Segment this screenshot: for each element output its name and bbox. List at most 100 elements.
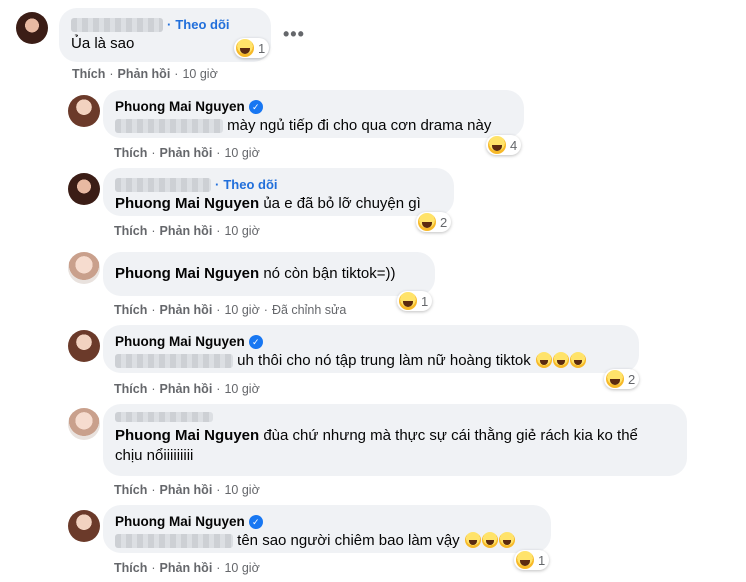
edited-label[interactable]: Đã chỉnh sửa <box>272 303 346 317</box>
separator-dot: · <box>151 224 156 238</box>
comment-bubble: Phuong Mai Nguyen ✓ tên sao người chiêm … <box>103 505 551 553</box>
comment-text: tên sao người chiêm bao làm vậy <box>237 532 460 549</box>
timestamp[interactable]: 10 giờ <box>224 382 259 396</box>
follow-button[interactable]: Theo dõi <box>223 176 277 194</box>
reply-button[interactable]: Phản hồi <box>160 483 213 497</box>
haha-icon <box>488 136 506 154</box>
reply-button[interactable]: Phản hồi <box>160 561 213 575</box>
comment-text-line: mày ngủ tiếp đi cho qua cơn drama này <box>115 116 512 136</box>
avatar[interactable] <box>68 330 100 362</box>
comment-actions: Thích · Phản hồi · 10 giờ <box>114 483 260 497</box>
like-button[interactable]: Thích <box>114 224 147 238</box>
reaction-count: 1 <box>538 552 546 568</box>
separator-dot: · <box>216 224 221 238</box>
comment-text-line: Phuong Mai Nguyen nó còn bận tiktok=)) <box>115 264 423 284</box>
redacted-name <box>71 18 163 32</box>
mention-link[interactable]: Phuong Mai Nguyen <box>115 195 259 212</box>
rofl-emoji-icon <box>569 352 586 368</box>
separator-dot: · <box>151 561 156 575</box>
reaction-count: 2 <box>440 214 448 230</box>
haha-icon <box>236 39 254 57</box>
comment-actions: Thích · Phản hồi · 10 giờ <box>114 224 260 238</box>
reaction-badge[interactable]: 1 <box>234 38 270 58</box>
separator-dot: · <box>167 17 172 32</box>
reply-button[interactable]: Phản hồi <box>160 303 213 317</box>
rofl-emoji-icon <box>481 532 498 548</box>
timestamp[interactable]: 10 giờ <box>224 303 259 317</box>
comment-text-line: Phuong Mai Nguyen ủa e đã bỏ lỡ chuyện g… <box>115 194 442 214</box>
comment-actions: Thích · Phản hồi · 10 giờ <box>114 146 260 160</box>
comment-text: Ủa là sao <box>71 35 135 52</box>
avatar[interactable] <box>68 252 100 284</box>
comment-text: nó còn bận tiktok=)) <box>263 265 396 282</box>
reaction-badge[interactable]: 4 <box>486 135 522 155</box>
like-button[interactable]: Thích <box>114 146 147 160</box>
author-name[interactable]: Phuong Mai Nguyen <box>115 333 245 351</box>
comment-text-line: tên sao người chiêm bao làm vậy <box>115 531 539 551</box>
rofl-emoji-icon <box>464 532 481 548</box>
avatar[interactable] <box>68 173 100 205</box>
reaction-badge[interactable]: 1 <box>397 291 433 311</box>
reply-button[interactable]: Phản hồi <box>160 382 213 396</box>
haha-icon <box>606 370 624 388</box>
comment-header: Phuong Mai Nguyen ✓ <box>115 513 539 531</box>
verified-icon: ✓ <box>248 515 263 529</box>
avatar[interactable] <box>68 510 100 542</box>
comment-actions: Thích · Phản hồi · 10 giờ <box>114 561 260 575</box>
comment-header: Phuong Mai Nguyen ✓ <box>115 98 512 116</box>
separator-dot: · <box>174 67 179 81</box>
reaction-badge[interactable]: 1 <box>514 550 550 570</box>
reply-button[interactable]: Phản hồi <box>118 67 171 81</box>
separator-dot: · <box>216 146 221 160</box>
comment-actions: Thích · Phản hồi · 10 giờ <box>72 67 218 81</box>
reaction-badge[interactable]: 2 <box>416 212 452 232</box>
comment-actions: Thích · Phản hồi · 10 giờ <box>114 382 260 396</box>
comment-text-line: Phuong Mai Nguyen đùa chứ nhưng mà thực … <box>115 426 675 446</box>
comment-text: mày ngủ tiếp đi cho qua cơn drama này <box>227 117 492 134</box>
comment-bubble: Phuong Mai Nguyen ✓ uh thôi cho nó tập t… <box>103 325 639 373</box>
avatar[interactable] <box>68 95 100 127</box>
reaction-count: 1 <box>421 293 429 309</box>
author-name[interactable]: Phuong Mai Nguyen <box>115 513 245 531</box>
reply-button[interactable]: Phản hồi <box>160 224 213 238</box>
like-button[interactable]: Thích <box>114 483 147 497</box>
comment-header: Phuong Mai Nguyen ✓ <box>115 333 627 351</box>
like-button[interactable]: Thích <box>114 561 147 575</box>
timestamp[interactable]: 10 giờ <box>224 561 259 575</box>
verified-icon: ✓ <box>248 100 263 114</box>
timestamp[interactable]: 10 giờ <box>224 224 259 238</box>
reaction-count: 4 <box>510 137 518 153</box>
comment-text: ủa e đã bỏ lỡ chuyện gì <box>263 195 421 212</box>
separator-dot: · <box>151 303 156 317</box>
like-button[interactable]: Thích <box>114 382 147 396</box>
author-name[interactable]: Phuong Mai Nguyen <box>115 98 245 116</box>
avatar[interactable] <box>16 12 48 44</box>
rofl-emoji-icon <box>498 532 515 548</box>
separator-dot: · <box>216 303 221 317</box>
follow-button[interactable]: Theo dõi <box>175 16 229 34</box>
timestamp[interactable]: 10 giờ <box>224 483 259 497</box>
like-button[interactable]: Thích <box>114 303 147 317</box>
like-button[interactable]: Thích <box>72 67 105 81</box>
verified-icon: ✓ <box>248 335 263 349</box>
mention-link[interactable]: Phuong Mai Nguyen <box>115 427 259 444</box>
rofl-emoji-icon <box>535 352 552 368</box>
redacted-mention <box>115 354 233 369</box>
comment-header: · Theo dõi <box>115 176 442 194</box>
reply-button[interactable]: Phản hồi <box>160 146 213 160</box>
redacted-name <box>115 178 211 192</box>
mention-link[interactable]: Phuong Mai Nguyen <box>115 265 259 282</box>
more-options-icon[interactable]: ••• <box>283 24 305 45</box>
comment-text: uh thôi cho nó tập trung làm nữ hoàng ti… <box>237 352 531 369</box>
reaction-badge[interactable]: 2 <box>604 369 640 389</box>
timestamp[interactable]: 10 giờ <box>182 67 217 81</box>
comment-bubble: · Theo dõi Phuong Mai Nguyen ủa e đã bỏ … <box>103 168 454 216</box>
comment-bubble: Phuong Mai Nguyen đùa chứ nhưng mà thực … <box>103 404 687 476</box>
haha-icon <box>418 213 436 231</box>
haha-icon <box>399 292 417 310</box>
comment-text: đùa chứ nhưng mà thực sự cái thằng giẻ r… <box>263 427 638 444</box>
timestamp[interactable]: 10 giờ <box>224 146 259 160</box>
avatar[interactable] <box>68 408 100 440</box>
separator-dot: · <box>263 303 268 317</box>
separator-dot: · <box>216 483 221 497</box>
